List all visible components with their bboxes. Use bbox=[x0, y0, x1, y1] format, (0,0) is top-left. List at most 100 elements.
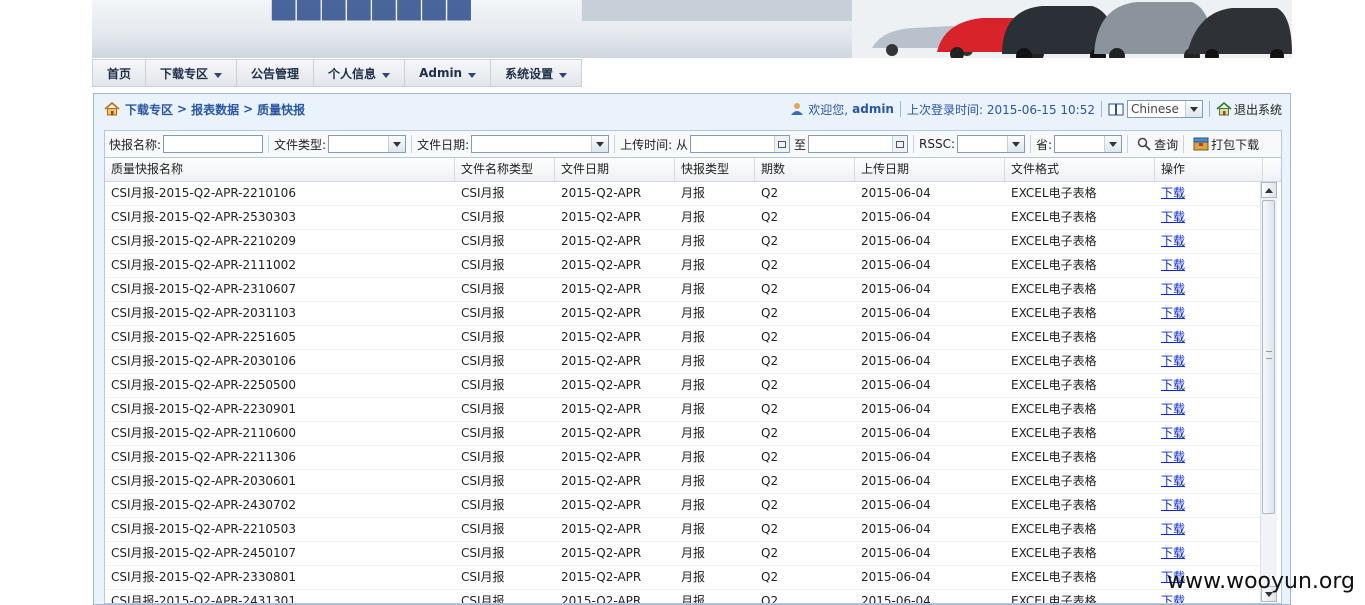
table-cell: 下载 bbox=[1155, 398, 1263, 421]
table-cell: EXCEL电子表格 bbox=[1011, 210, 1097, 224]
nav-item-home[interactable]: 首页 bbox=[93, 60, 147, 86]
language-select[interactable]: Chinese bbox=[1126, 100, 1203, 118]
table-cell: 下载 bbox=[1155, 206, 1263, 229]
table-cell: Q2 bbox=[761, 450, 779, 464]
table-cell: Q2 bbox=[761, 186, 779, 200]
table-cell: CSI月报 bbox=[461, 522, 505, 536]
download-link[interactable]: 下载 bbox=[1161, 546, 1185, 560]
rssc-label: RSSC: bbox=[919, 137, 956, 151]
download-link[interactable]: 下载 bbox=[1161, 258, 1185, 272]
table-cell: 月报 bbox=[681, 498, 706, 512]
table-row: CSI月报-2015-Q2-APR-2030601 CSI月报 2015-Q2-AP… bbox=[105, 470, 1263, 494]
table-cell: 下载 bbox=[1155, 446, 1263, 469]
nav-item-announcements[interactable]: 公告管理 bbox=[237, 60, 315, 86]
column-header[interactable]: 上传日期 bbox=[855, 158, 1005, 181]
table-cell: 下载 bbox=[1155, 494, 1263, 517]
table-cell: EXCEL电子表格 bbox=[1011, 426, 1097, 440]
chevron-down-icon[interactable] bbox=[388, 136, 406, 152]
download-link[interactable]: 下载 bbox=[1161, 474, 1185, 488]
breadcrumb-part[interactable]: 下载专区 bbox=[125, 101, 173, 118]
download-link[interactable]: 下载 bbox=[1161, 330, 1185, 344]
nav-item-settings[interactable]: 系统设置 bbox=[491, 60, 581, 86]
file-date-select[interactable] bbox=[471, 135, 610, 153]
table-row: CSI月报-2015-Q2-APR-2030106 CSI月报 2015-Q2-AP… bbox=[105, 350, 1263, 374]
table-cell: EXCEL电子表格 bbox=[1011, 474, 1097, 488]
vertical-scrollbar[interactable] bbox=[1260, 182, 1277, 602]
scrollbar-thumb[interactable] bbox=[1262, 200, 1275, 514]
table-cell: 下载 bbox=[1155, 374, 1263, 397]
download-link[interactable]: 下载 bbox=[1161, 306, 1185, 320]
nav-item-downloads[interactable]: 下载专区 bbox=[146, 60, 238, 86]
download-link[interactable]: 下载 bbox=[1161, 354, 1185, 368]
scroll-up-icon[interactable] bbox=[1261, 182, 1277, 198]
table-cell: 月报 bbox=[681, 354, 706, 368]
breadcrumb-part[interactable]: 报表数据 bbox=[191, 101, 239, 118]
nav-item-admin[interactable]: Admin bbox=[405, 60, 492, 86]
table-cell: EXCEL电子表格 bbox=[1011, 498, 1097, 512]
file-type-label: 文件类型: bbox=[274, 137, 327, 152]
table-row: CSI月报-2015-Q2-APR-2530303 CSI月报 2015-Q2-AP… bbox=[105, 206, 1263, 230]
calendar-icon[interactable] bbox=[892, 136, 908, 152]
column-header[interactable]: 期数 bbox=[755, 158, 855, 181]
table-cell: CSI月报 bbox=[461, 402, 505, 416]
download-link[interactable]: 下载 bbox=[1161, 210, 1185, 224]
column-header[interactable]: 质量快报名称 bbox=[105, 158, 455, 181]
header-banner: ▆▆▆▆▆▆▆▆ ▆▆▆▆▆▆▆▆▆▆▆▆▆ bbox=[92, 0, 1292, 58]
nav-item-label: 首页 bbox=[107, 66, 132, 81]
table-cell: 2015-06-04 bbox=[861, 354, 931, 368]
upload-to-date-input[interactable] bbox=[808, 135, 909, 153]
table-cell: CSI月报 bbox=[461, 210, 505, 224]
report-table: 质量快报名称 文件名称类型 文件日期 快报类型 期数 上传日期 文件格式 操作 … bbox=[104, 157, 1282, 604]
download-link[interactable]: 下载 bbox=[1161, 234, 1185, 248]
calendar-icon[interactable] bbox=[774, 136, 789, 152]
table-cell: Q2 bbox=[761, 258, 779, 272]
chevron-down-icon[interactable] bbox=[1104, 136, 1122, 152]
logout-icon bbox=[1216, 102, 1232, 116]
upload-from-date-input[interactable] bbox=[690, 135, 790, 153]
download-link[interactable]: 下载 bbox=[1161, 498, 1185, 512]
report-name-input[interactable] bbox=[163, 135, 264, 153]
download-link[interactable]: 下载 bbox=[1161, 522, 1185, 536]
nav-item-label: 下载专区 bbox=[160, 66, 209, 81]
download-link[interactable]: 下载 bbox=[1161, 186, 1185, 200]
download-link[interactable]: 下载 bbox=[1161, 402, 1185, 416]
table-cell: CSI月报-2015-Q2-APR-2030106 bbox=[111, 354, 296, 368]
file-type-select[interactable] bbox=[328, 135, 407, 153]
download-link[interactable]: 下载 bbox=[1161, 450, 1185, 464]
pack-download-button[interactable]: 打包下载 bbox=[1193, 136, 1259, 153]
table-cell: 2015-06-04 bbox=[861, 570, 931, 584]
table-cell: CSI月报 bbox=[461, 234, 505, 248]
column-header[interactable]: 操作 bbox=[1155, 158, 1263, 181]
table-cell: EXCEL电子表格 bbox=[1011, 546, 1097, 560]
download-link[interactable]: 下载 bbox=[1161, 426, 1185, 440]
download-link[interactable]: 下载 bbox=[1161, 594, 1185, 603]
table-cell: 下载 bbox=[1155, 182, 1263, 205]
table-cell: CSI月报-2015-Q2-APR-2450107 bbox=[111, 546, 296, 560]
table-cell: EXCEL电子表格 bbox=[1011, 354, 1097, 368]
download-link[interactable]: 下载 bbox=[1161, 378, 1185, 392]
table-cell: CSI月报-2015-Q2-APR-2530303 bbox=[111, 210, 296, 224]
download-link[interactable]: 下载 bbox=[1161, 282, 1185, 296]
logout-button[interactable]: 退出系统 bbox=[1234, 101, 1282, 118]
search-button[interactable]: 查询 bbox=[1137, 136, 1178, 153]
column-header[interactable]: 文件格式 bbox=[1005, 158, 1155, 181]
rssc-select[interactable] bbox=[957, 135, 1026, 153]
main-panel: 下载专区 > 报表数据 > 质量快报 欢迎您, admin 上次登录时间: 20… bbox=[93, 93, 1291, 605]
breadcrumb: 下载专区 > 报表数据 > 质量快报 bbox=[104, 101, 305, 118]
table-header: 质量快报名称 文件名称类型 文件日期 快报类型 期数 上传日期 文件格式 操作 bbox=[105, 158, 1281, 182]
table-cell: CSI月报-2015-Q2-APR-2230901 bbox=[111, 402, 296, 416]
banner-logo-title: ▆▆▆▆▆▆▆▆ bbox=[272, 0, 473, 21]
nav-item-profile[interactable]: 个人信息 bbox=[314, 60, 406, 86]
table-cell: 月报 bbox=[681, 402, 706, 416]
column-header[interactable]: 文件名称类型 bbox=[455, 158, 555, 181]
province-select[interactable] bbox=[1054, 135, 1123, 153]
chevron-down-icon[interactable] bbox=[1007, 136, 1025, 152]
table-cell: CSI月报-2015-Q2-APR-2250500 bbox=[111, 378, 296, 392]
column-header[interactable]: 文件日期 bbox=[555, 158, 675, 181]
table-cell: CSI月报 bbox=[461, 258, 505, 272]
table-cell: 2015-Q2-APR bbox=[561, 306, 642, 320]
column-header[interactable]: 快报类型 bbox=[675, 158, 755, 181]
report-name-label: 快报名称: bbox=[109, 137, 162, 152]
chevron-down-icon[interactable] bbox=[591, 136, 609, 152]
chevron-down-icon[interactable] bbox=[1184, 101, 1202, 117]
